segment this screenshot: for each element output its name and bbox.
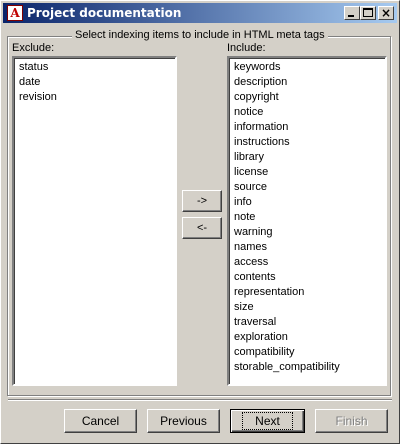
finish-button[interactable]: Finish bbox=[315, 409, 388, 433]
list-item[interactable]: copyright bbox=[230, 90, 384, 105]
app-icon[interactable]: A bbox=[7, 5, 23, 21]
minimize-button[interactable] bbox=[344, 6, 360, 20]
previous-button[interactable]: Previous bbox=[147, 409, 220, 433]
groupbox-title: Select indexing items to include in HTML… bbox=[72, 29, 328, 41]
list-item[interactable]: info bbox=[230, 195, 384, 210]
list-item[interactable]: license bbox=[230, 165, 384, 180]
list-item[interactable]: compatibility bbox=[230, 345, 384, 360]
list-item[interactable]: date bbox=[15, 75, 174, 90]
list-item[interactable]: contents bbox=[230, 270, 384, 285]
list-item[interactable]: revision bbox=[15, 90, 174, 105]
list-item[interactable]: names bbox=[230, 240, 384, 255]
list-item[interactable]: note bbox=[230, 210, 384, 225]
close-button[interactable]: × bbox=[378, 6, 394, 20]
list-item[interactable]: storable_compatibility bbox=[230, 360, 384, 375]
list-item[interactable]: exploration bbox=[230, 330, 384, 345]
window-title: Project documentation bbox=[27, 6, 182, 20]
list-item[interactable]: access bbox=[230, 255, 384, 270]
exclude-label: Exclude: bbox=[12, 42, 55, 54]
list-item[interactable]: warning bbox=[230, 225, 384, 240]
list-item[interactable]: representation bbox=[230, 285, 384, 300]
title-bar[interactable]: A Project documentation × bbox=[3, 3, 397, 23]
include-listbox[interactable]: keywords description copyright notice inform… bbox=[227, 56, 387, 386]
list-item[interactable]: traversal bbox=[230, 315, 384, 330]
list-item[interactable]: keywords bbox=[230, 60, 384, 75]
list-item[interactable]: source bbox=[230, 180, 384, 195]
exclude-listbox[interactable]: status date revision bbox=[12, 56, 177, 386]
list-item[interactable]: status bbox=[15, 60, 174, 75]
list-item[interactable]: size bbox=[230, 300, 384, 315]
close-icon: × bbox=[380, 6, 392, 20]
list-item[interactable]: instructions bbox=[230, 135, 384, 150]
maximize-button[interactable] bbox=[360, 6, 376, 20]
list-item[interactable]: information bbox=[230, 120, 384, 135]
move-to-exclude-button[interactable]: <- bbox=[182, 217, 222, 239]
cancel-button[interactable]: Cancel bbox=[64, 409, 137, 433]
list-item[interactable]: description bbox=[230, 75, 384, 90]
include-label: Include: bbox=[227, 42, 266, 54]
move-to-include-button[interactable]: -> bbox=[182, 190, 222, 212]
list-item[interactable]: library bbox=[230, 150, 384, 165]
next-button-label: Next bbox=[242, 412, 293, 430]
list-item[interactable]: notice bbox=[230, 105, 384, 120]
next-button[interactable]: Next bbox=[230, 409, 305, 433]
